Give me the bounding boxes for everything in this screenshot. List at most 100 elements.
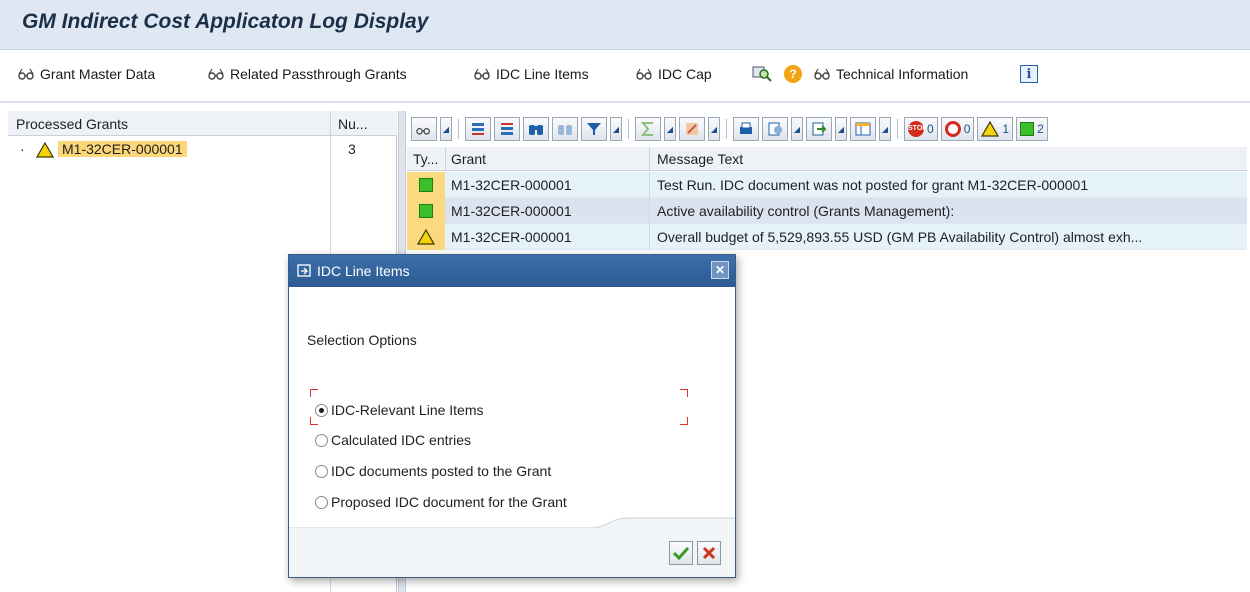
filter-warning-messages-button[interactable]: 1: [977, 117, 1014, 141]
success-icon: [1020, 122, 1035, 136]
magnifier-icon: [752, 66, 772, 82]
detail-dropdown-button[interactable]: ◢: [440, 117, 452, 141]
tree-header: Processed Grants Nu...: [8, 111, 397, 136]
glasses-icon: [208, 68, 224, 80]
tree-bullet-icon: ·: [20, 141, 25, 157]
column-header-message-text[interactable]: Message Text: [657, 151, 743, 167]
column-header-type[interactable]: Ty...: [413, 151, 438, 167]
total-dropdown-button[interactable]: ◢: [664, 117, 676, 141]
grant-cell: M1-32CER-000001: [451, 229, 572, 245]
table-row[interactable]: M1-32CER-000001 Overall budget of 5,529,…: [407, 224, 1247, 250]
related-passthrough-grants-button[interactable]: Related Passthrough Grants: [208, 63, 407, 85]
message-cell: Active availability control (Grants Mana…: [657, 203, 955, 219]
radio-label: Calculated IDC entries: [331, 432, 472, 448]
tree-node-count: 3: [348, 141, 356, 157]
subtotal-icon: [686, 123, 698, 135]
cancel-button[interactable]: [697, 541, 721, 565]
tree-node-label[interactable]: M1-32CER-000001: [58, 141, 187, 157]
radio-proposed-idc-document[interactable]: Proposed IDC document for the Grant: [315, 491, 567, 513]
focus-corner: [680, 389, 688, 397]
print-icon: [740, 122, 752, 134]
layout-button[interactable]: [850, 117, 876, 141]
filter-error-messages-button[interactable]: 0: [940, 117, 975, 141]
radio-button[interactable]: [315, 495, 328, 509]
idc-line-items-dialog: IDC Line Items ✕ Selection Options IDC-R…: [288, 254, 736, 578]
toolbar-separator: [0, 101, 1250, 103]
information-button[interactable]: i: [1020, 63, 1038, 85]
views-button[interactable]: [762, 117, 788, 141]
type-cell: [407, 172, 445, 198]
tree-node[interactable]: · M1-32CER-000001 3: [8, 140, 397, 162]
header-divider: [445, 147, 446, 171]
error-icon: [944, 121, 961, 137]
help-icon: ?: [784, 65, 802, 83]
focus-corner: [680, 417, 688, 425]
dialog-title: IDC Line Items: [317, 263, 410, 279]
views-icon: [768, 122, 782, 136]
find-button[interactable]: [523, 117, 549, 141]
type-cell: [407, 224, 445, 250]
focus-corner: [310, 389, 318, 397]
alv-toolbar: ◢ ◢ ◢ ◢ ◢ ◢ ◢ STOP 0 0 1 2: [407, 111, 1250, 147]
technical-information-button[interactable]: Technical Information: [814, 63, 968, 85]
filter-success-messages-button[interactable]: 2: [1016, 117, 1048, 141]
glasses-icon: [416, 127, 430, 135]
close-icon[interactable]: ✕: [711, 261, 729, 279]
stop-icon: STOP: [908, 121, 927, 137]
message-cell: Overall budget of 5,529,893.55 USD (GM P…: [657, 229, 1143, 245]
filter-button[interactable]: [581, 117, 607, 141]
column-header-processed-grants[interactable]: Processed Grants: [16, 116, 128, 132]
radio-calculated-idc-entries[interactable]: Calculated IDC entries: [315, 429, 471, 451]
application-toolbar: Grant Master Data Related Passthrough Gr…: [0, 51, 1250, 98]
grant-master-data-label: Grant Master Data: [40, 66, 156, 82]
grant-cell: M1-32CER-000001: [451, 203, 572, 219]
find-next-icon: [558, 125, 572, 135]
find-next-button[interactable]: [552, 117, 578, 141]
export-button[interactable]: [806, 117, 832, 141]
help-button[interactable]: ?: [784, 63, 802, 85]
views-dropdown-button[interactable]: ◢: [791, 117, 803, 141]
idc-cap-button[interactable]: IDC Cap: [636, 63, 712, 85]
warning-icon: [981, 121, 1000, 137]
filter-stop-messages-button[interactable]: STOP 0: [904, 117, 938, 141]
radio-idc-relevant-line-items[interactable]: IDC-Relevant Line Items: [315, 399, 484, 421]
subtotal-button[interactable]: [679, 117, 705, 141]
table-row[interactable]: M1-32CER-000001 Active availability cont…: [407, 198, 1247, 224]
subtotal-dropdown-button[interactable]: ◢: [708, 117, 720, 141]
sort-descending-icon: [501, 123, 513, 135]
sort-ascending-button[interactable]: [465, 117, 491, 141]
table-row[interactable]: M1-32CER-000001 Test Run. IDC document w…: [407, 172, 1247, 198]
radio-button[interactable]: [315, 433, 328, 447]
column-header-grant[interactable]: Grant: [451, 151, 486, 167]
type-cell: [407, 198, 445, 224]
stop-count: 0: [927, 122, 934, 136]
radio-button[interactable]: [315, 403, 328, 417]
glasses-icon: [18, 68, 34, 80]
related-passthrough-grants-label: Related Passthrough Grants: [230, 66, 407, 82]
warning-icon: [36, 142, 54, 158]
warning-count: 1: [1002, 122, 1010, 136]
column-header-number[interactable]: Nu...: [338, 116, 368, 132]
sort-descending-button[interactable]: [494, 117, 520, 141]
export-icon: [812, 122, 827, 136]
radio-button[interactable]: [315, 464, 328, 478]
detail-glasses-button[interactable]: [411, 117, 437, 141]
total-button[interactable]: [635, 117, 661, 141]
layout-dropdown-button[interactable]: ◢: [879, 117, 891, 141]
filter-dropdown-button[interactable]: ◢: [610, 117, 622, 141]
grant-master-data-button[interactable]: Grant Master Data: [18, 63, 155, 85]
header-divider: [330, 111, 331, 136]
radio-idc-documents-posted[interactable]: IDC documents posted to the Grant: [315, 460, 551, 482]
grid-header: Ty... Grant Message Text: [407, 147, 1247, 171]
display-details-button[interactable]: [752, 63, 772, 85]
export-dropdown-button[interactable]: ◢: [835, 117, 847, 141]
print-preview-button[interactable]: [733, 117, 759, 141]
confirm-button[interactable]: [669, 541, 693, 565]
title-bar: GM Indirect Cost Applicaton Log Display: [0, 0, 1250, 50]
idc-line-items-button[interactable]: IDC Line Items: [474, 63, 589, 85]
dialog-title-bar[interactable]: IDC Line Items ✕: [289, 255, 735, 287]
success-icon: [419, 204, 433, 218]
error-count: 0: [963, 122, 971, 136]
idc-line-items-label: IDC Line Items: [496, 66, 589, 82]
filter-icon: [587, 123, 601, 135]
